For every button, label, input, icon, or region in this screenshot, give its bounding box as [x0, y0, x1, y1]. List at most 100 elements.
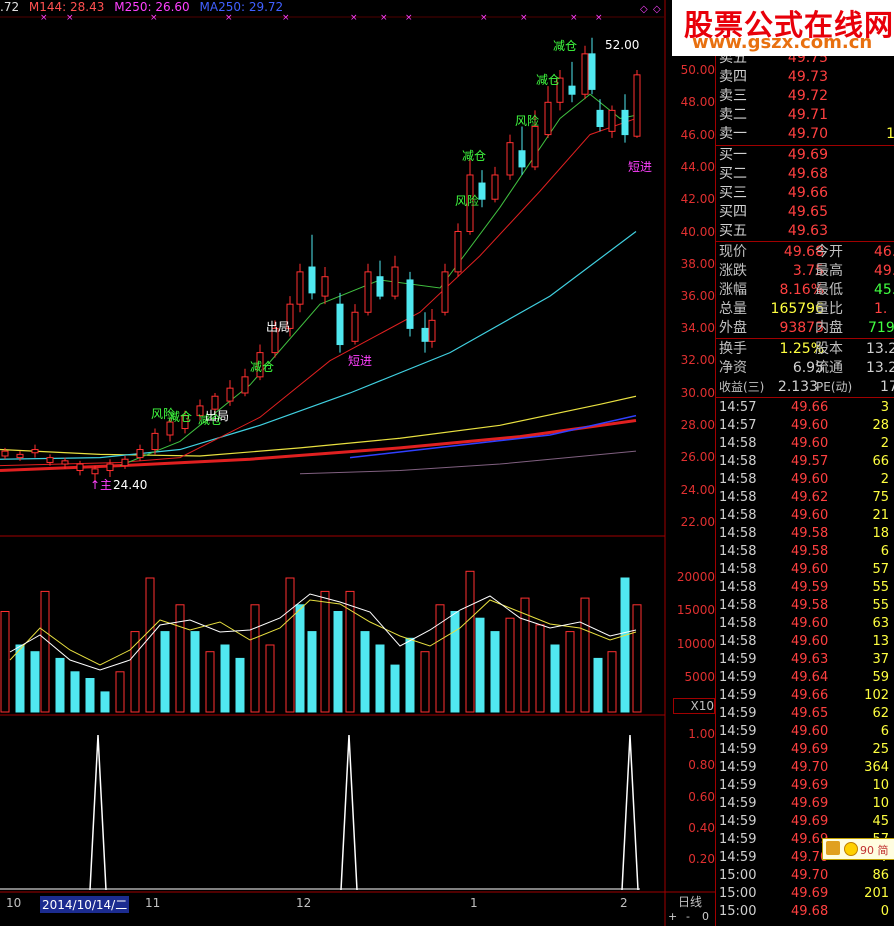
tick-volume: 6	[880, 724, 889, 739]
zoom-out-button[interactable]: -	[686, 910, 690, 923]
tick-time: 14:58	[719, 562, 757, 577]
tick-row: 14:58 49.62 75	[719, 489, 889, 507]
signal-x-icon: ×	[405, 13, 413, 23]
volume-axis-label: 20000	[676, 570, 715, 584]
volume-bar-up	[130, 631, 140, 713]
tick-price: 49.60	[791, 562, 829, 577]
ma-line-blue	[349, 414, 637, 459]
tick-row: 14:58 49.60 63	[719, 615, 889, 633]
tick-time: 14:59	[719, 670, 757, 685]
zoom-in-button[interactable]: +	[668, 910, 677, 923]
stat-row: 总量 165796 量比 1.	[716, 300, 894, 318]
order-buy-row[interactable]: 买五 49.63	[716, 222, 894, 240]
stat-value: 13.2	[866, 360, 894, 376]
tick-price: 49.62	[791, 490, 829, 505]
tick-price: 49.58	[791, 598, 829, 613]
widget-text: 90 简	[860, 844, 889, 857]
order-price: 49.71	[787, 107, 828, 123]
tick-row: 14:58 49.60 13	[719, 633, 889, 651]
tick-volume: 2	[880, 472, 889, 487]
volume-axis-label: 15000	[676, 603, 715, 617]
tick-row: 14:59 49.60 6	[719, 723, 889, 741]
order-sell-row[interactable]: 卖一 49.70 1	[716, 125, 894, 143]
order-label: 买一	[719, 147, 747, 163]
volume-bar-down	[360, 631, 370, 713]
candle-up	[454, 231, 462, 273]
order-buy-row[interactable]: 买四 49.65	[716, 203, 894, 221]
tick-volume: 102	[864, 688, 889, 703]
tick-volume: 2	[880, 436, 889, 451]
order-buy-row[interactable]: 买二 49.68	[716, 165, 894, 183]
kline-chart-area[interactable]: × × × × × × × × × × × × ◇ ◇ .72 M144: 28.43 M250: 26.…	[0, 0, 715, 926]
candle-up	[136, 449, 144, 459]
tick-time: 14:58	[719, 454, 757, 469]
order-price: 49.73	[787, 69, 828, 85]
candle-up	[46, 457, 54, 463]
reset-button[interactable]: 0	[702, 910, 709, 923]
stat-value: 49.	[874, 263, 894, 279]
candle-up	[608, 109, 616, 132]
volume-bar-up	[607, 651, 617, 713]
stat-label: 外盘	[719, 320, 747, 336]
tick-time: 15:00	[719, 904, 757, 919]
tick-price: 49.60	[791, 508, 829, 523]
volume-bar-down	[85, 678, 95, 713]
candle-down	[376, 276, 384, 297]
tick-time: 14:59	[719, 814, 757, 829]
candle-down	[568, 85, 576, 95]
tick-time: 15:00	[719, 886, 757, 901]
volume-bar-down	[235, 657, 245, 713]
volume-bar-up	[580, 597, 590, 713]
order-sell-row[interactable]: 卖三 49.72	[716, 87, 894, 105]
tick-volume: 18	[872, 526, 889, 541]
tick-time: 14:58	[719, 508, 757, 523]
order-sell-row[interactable]: 卖四 49.73	[716, 68, 894, 86]
tick-row: 14:58 49.59 55	[719, 579, 889, 597]
floating-widget[interactable]: 90 简	[822, 838, 894, 860]
tick-row: 14:59 49.69 45	[719, 813, 889, 831]
tick-volume: 364	[864, 760, 889, 775]
signal-chuju: 出局	[205, 409, 230, 423]
tick-row: 14:58 49.60 57	[719, 561, 889, 579]
tick-row: 14:59 49.69 10	[719, 795, 889, 813]
tick-price: 49.66	[791, 688, 829, 703]
volume-axis-label: 10000	[676, 637, 715, 651]
price-axis-label: 42.00	[680, 192, 715, 206]
tick-time: 14:58	[719, 580, 757, 595]
site-banner[interactable]: 股票公式在线网 www.gszx.com.cn	[672, 0, 894, 56]
volume-bar-down	[490, 631, 500, 713]
banner-url: www.gszx.com.cn	[692, 32, 873, 53]
tick-row: 14:58 49.60 21	[719, 507, 889, 525]
stat-value: 165796	[770, 301, 824, 317]
tick-price: 49.69	[791, 742, 829, 757]
stat-row: 涨幅 8.16% 最低 45.	[716, 281, 894, 299]
period-label[interactable]: 日线	[678, 893, 702, 910]
stat-value: 719	[868, 320, 894, 336]
tick-price: 49.58	[791, 544, 829, 559]
tick-price: 49.60	[791, 418, 829, 433]
x-axis-label-selected[interactable]: 2014/10/14/二	[40, 896, 130, 913]
order-sell-row[interactable]: 卖二 49.71	[716, 106, 894, 124]
order-buy-row[interactable]: 买一 49.69	[716, 146, 894, 164]
tick-time: 14:59	[719, 652, 757, 667]
stat-label: 股本	[815, 341, 843, 357]
candle-up	[226, 387, 234, 402]
order-buy-row[interactable]: 买三 49.66	[716, 184, 894, 202]
signal-x-icon: ×	[520, 13, 528, 23]
ma-line-dotted	[299, 450, 637, 475]
tick-row: 14:59 49.65 62	[719, 705, 889, 723]
tick-price: 49.60	[791, 436, 829, 451]
stat-label: PE(动)	[816, 380, 853, 394]
chart-canvas[interactable]: × × × × × × × × × × × ×◇ ◇	[0, 0, 715, 926]
stat-value: 1.	[874, 301, 888, 317]
tick-row: 14:59 49.64 59	[719, 669, 889, 687]
price-axis-label: 48.00	[680, 95, 715, 109]
candle-up	[491, 174, 499, 200]
signal-jiancang: 减仓	[250, 360, 275, 374]
stat-label: 涨跌	[719, 263, 747, 279]
tick-row: 14:57 49.60 28	[719, 417, 889, 435]
volume-bar-down	[390, 664, 400, 713]
tick-row: 14:59 49.69 10	[719, 777, 889, 795]
candle-up	[151, 432, 159, 451]
indicator-first: .72	[0, 0, 20, 14]
